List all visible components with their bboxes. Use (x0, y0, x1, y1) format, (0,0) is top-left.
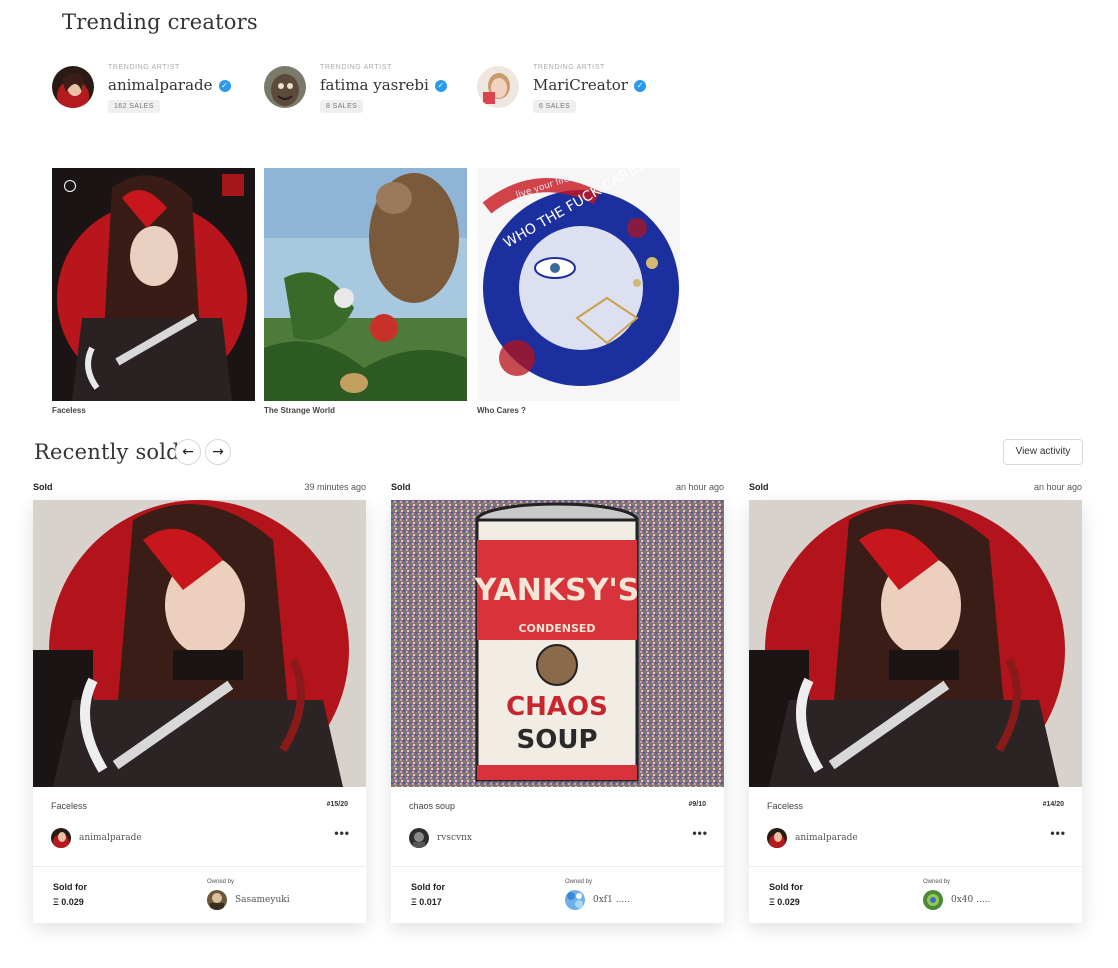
creator-name[interactable]: animalparade ✓ (108, 76, 231, 94)
sale-price: Ξ 0.029 (53, 897, 84, 907)
verified-check-icon: ✓ (633, 80, 646, 92)
verified-check-icon: ✓ (218, 80, 231, 92)
sale-price: Ξ 0.029 (769, 897, 800, 907)
artwork-title[interactable]: chaos soup (409, 801, 455, 811)
artwork-image[interactable]: YANKSY'S CONDENSED CHAOS SOUP (391, 500, 724, 787)
artist-avatar[interactable] (51, 828, 71, 848)
creator-sales-badge: 8 SALES (320, 100, 364, 113)
sold-for-label: Sold for (769, 882, 803, 892)
sold-status: Sold (33, 482, 53, 492)
creator-label: TRENDING ARTIST (108, 64, 180, 71)
arrow-left-icon[interactable]: ← (175, 439, 201, 465)
edition-number: #14/20 (1042, 801, 1064, 808)
artwork-title[interactable]: Faceless (51, 801, 87, 811)
sold-card-header: Sold 39 minutes ago (33, 482, 366, 494)
owner-name[interactable]: 0xf1 ..... (593, 895, 630, 905)
artwork-caption[interactable]: The Strange World (264, 406, 335, 415)
divider (391, 866, 724, 867)
sold-for-label: Sold for (53, 882, 87, 892)
timer-icon (64, 180, 76, 192)
sold-status: Sold (749, 482, 769, 492)
verified-check-icon: ✓ (434, 80, 447, 92)
owned-by-label: Owned by (207, 879, 235, 885)
owner-avatar[interactable] (565, 890, 585, 910)
soup-line1: CHAOS (506, 692, 608, 722)
artwork-title[interactable]: Faceless (767, 801, 803, 811)
owner-name[interactable]: 0x40 ..... (951, 895, 990, 905)
artwork-tile-strange-world[interactable] (264, 168, 467, 401)
recently-sold-title: Recently sold (34, 440, 180, 464)
artwork-caption[interactable]: Who Cares ? (477, 406, 526, 415)
sold-card[interactable]: YANKSY'S CONDENSED CHAOS SOUP chaos soup… (391, 500, 724, 923)
owner-avatar[interactable] (923, 890, 943, 910)
artist-name[interactable]: animalparade (79, 833, 142, 843)
edition-number: #15/20 (326, 801, 348, 808)
owned-by-label: Owned by (923, 879, 951, 885)
edition-number: #9/10 (688, 801, 706, 808)
arrow-right-icon[interactable]: → (205, 439, 231, 465)
artwork-caption[interactable]: Faceless (52, 406, 86, 415)
trending-creators-title: Trending creators (62, 10, 258, 34)
artist-avatar[interactable] (409, 828, 429, 848)
soup-line2: SOUP (517, 725, 598, 755)
artwork-image[interactable] (33, 500, 366, 787)
sold-card-header: Sold an hour ago (391, 482, 724, 494)
creator-avatar[interactable] (264, 66, 306, 108)
owner-avatar[interactable] (207, 890, 227, 910)
divider (33, 866, 366, 867)
creator-sales-badge: 6 SALES (533, 100, 577, 113)
sold-card[interactable]: Faceless #15/20 animalparade ••• Sold fo… (33, 500, 366, 923)
artist-avatar[interactable] (767, 828, 787, 848)
sold-status: Sold (391, 482, 411, 492)
soup-sub: CONDENSED (518, 622, 595, 635)
sold-time: an hour ago (675, 482, 724, 492)
creator-card-fatima-yasrebi[interactable]: TRENDING ARTIST fatima yasrebi ✓ 8 SALES (264, 64, 464, 120)
creator-card-animalparade[interactable]: TRENDING ARTIST animalparade ✓ 162 SALES (52, 64, 252, 120)
artwork-tile-who-cares[interactable]: live your life WHO THE FUCK CARES ? (477, 168, 680, 401)
more-dots-icon[interactable]: ••• (692, 826, 708, 840)
creator-label: TRENDING ARTIST (533, 64, 605, 71)
creator-name[interactable]: fatima yasrebi ✓ (320, 76, 447, 94)
sold-card[interactable]: Faceless #14/20 animalparade ••• Sold fo… (749, 500, 1082, 923)
sold-time: 39 minutes ago (304, 482, 366, 492)
artist-name[interactable]: rvscvnx (437, 833, 472, 843)
owner-name[interactable]: Sasameyuki (235, 895, 290, 905)
owned-by-label: Owned by (565, 879, 593, 885)
creator-name[interactable]: MariCreator ✓ (533, 76, 646, 94)
soup-brand: YANKSY'S (474, 573, 640, 608)
divider (749, 866, 1082, 867)
creator-avatar[interactable] (52, 66, 94, 108)
more-dots-icon[interactable]: ••• (334, 826, 350, 840)
sold-card-header: Sold an hour ago (749, 482, 1082, 494)
sold-for-label: Sold for (411, 882, 445, 892)
sold-time: an hour ago (1033, 482, 1082, 492)
more-dots-icon[interactable]: ••• (1050, 826, 1066, 840)
artwork-tile-faceless[interactable] (52, 168, 255, 401)
creator-sales-badge: 162 SALES (108, 100, 160, 113)
sale-price: Ξ 0.017 (411, 897, 442, 907)
artwork-image[interactable] (749, 500, 1082, 787)
creator-avatar[interactable] (477, 66, 519, 108)
creator-label: TRENDING ARTIST (320, 64, 392, 71)
creator-card-maricreator[interactable]: TRENDING ARTIST MariCreator ✓ 6 SALES (477, 64, 677, 120)
view-activity-button[interactable]: View activity (1003, 439, 1083, 465)
artist-name[interactable]: animalparade (795, 833, 858, 843)
